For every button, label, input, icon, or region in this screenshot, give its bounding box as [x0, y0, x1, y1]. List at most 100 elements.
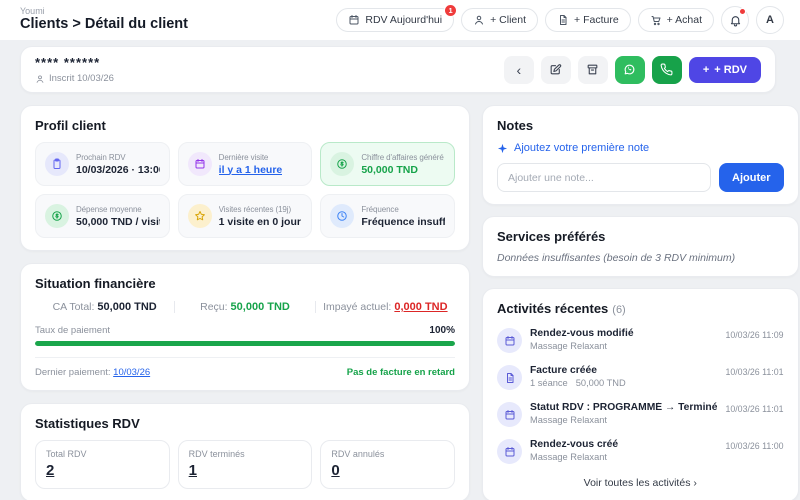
activity-subtitle: Massage Relaxant: [530, 415, 607, 425]
stat-card-frequence: Fréquence Fréquence insuffisan...: [320, 194, 455, 238]
rdv-stats-title: Statistiques RDV: [35, 416, 140, 431]
clock-icon: [330, 204, 355, 228]
ca-total-value: 50,000 TND: [97, 301, 157, 313]
person-icon: [475, 15, 484, 25]
rdv-stats-grid: Total RDV 2 RDV terminés 1 RDV annulés 0: [35, 440, 455, 489]
activity-item[interactable]: Rendez-vous créé Massage Relaxant 10/03/…: [497, 439, 784, 464]
topbar-actions: RDV Aujourd'hui 1 + Client + Facture + A…: [336, 4, 784, 34]
activity-title: Rendez-vous modifié: [530, 328, 634, 339]
dollar-icon: [45, 204, 69, 228]
client-registered: Inscrit 10/03/26: [35, 73, 114, 84]
activities-count: (6): [612, 304, 626, 316]
payment-rate-fill: [35, 341, 455, 346]
financial-footer: Dernier paiement: 10/03/26 Pas de factur…: [35, 357, 455, 378]
activity-subtitle: Massage Relaxant: [530, 452, 607, 462]
last-visit-link[interactable]: il y a 1 heure: [219, 164, 283, 176]
client-actions: ‹ + + RDV: [503, 55, 761, 84]
impaye-value[interactable]: 0,000 TND: [394, 301, 447, 313]
ca-total: CA Total: 50,000 TND: [52, 301, 157, 313]
preferred-services-card: Services préférés Données insuffisantes …: [482, 216, 799, 277]
rdv-stats-card: Statistiques RDV Total RDV 2 RDV terminé…: [20, 403, 470, 500]
rdv-today-badge: 1: [444, 4, 458, 17]
note-input-row: Ajouter: [497, 163, 784, 192]
activity-item[interactable]: Facture créée 1 séance 50,000 TND 10/03/2…: [497, 365, 784, 390]
rdv-annules-value[interactable]: 0: [331, 462, 339, 479]
rdv-today-button[interactable]: RDV Aujourd'hui 1: [336, 4, 458, 32]
archive-button[interactable]: [577, 55, 608, 84]
stat-total-rdv: Total RDV 2: [35, 440, 170, 489]
call-button[interactable]: [651, 55, 682, 84]
avatar[interactable]: A: [756, 6, 784, 34]
clipboard-icon: [45, 152, 69, 176]
rate-label: Taux de paiement: [35, 325, 110, 336]
activity-item[interactable]: Rendez-vous modifié Massage Relaxant 10/…: [497, 328, 784, 353]
stat-label: Chiffre d'affaires généré: [361, 152, 444, 162]
rdv-termines-value[interactable]: 1: [189, 462, 197, 479]
calendar-icon: [187, 152, 212, 176]
payment-rate-bar: [35, 341, 455, 346]
chevron-left-icon: ‹: [516, 61, 522, 78]
stat-card-chiffre-affaires: Chiffre d'affaires généré 50,000 TND: [320, 142, 455, 186]
activity-time: 10/03/26 11:00: [725, 441, 784, 451]
total-rdv-value[interactable]: 2: [46, 462, 54, 479]
breadcrumb[interactable]: Clients > Détail du client: [20, 17, 188, 33]
star-icon: [187, 204, 212, 228]
stat-card-derniere-visite: Dernière visite il y a 1 heure: [177, 142, 313, 186]
add-client-button[interactable]: + Client: [461, 8, 539, 32]
client-name: **** ******: [35, 55, 101, 70]
add-rdv-button[interactable]: + + RDV: [688, 56, 761, 83]
calendar-icon: [497, 328, 522, 353]
profile-title: Profil client: [35, 118, 106, 133]
profile-grid: Prochain RDV 10/03/2026 · 13:00 Dernière…: [35, 142, 455, 238]
stat-value: 10/03/2026 · 13:00: [76, 163, 160, 176]
notes-title: Notes: [497, 118, 534, 133]
calendar-icon: [349, 15, 359, 25]
right-column: Notes Ajoutez votre première note Ajoute…: [482, 105, 799, 500]
whatsapp-button[interactable]: [614, 55, 645, 84]
note-input[interactable]: [497, 163, 712, 192]
bell-icon: [730, 15, 740, 26]
stat-card-prochain-rdv: Prochain RDV 10/03/2026 · 13:00: [35, 142, 170, 186]
activity-item[interactable]: Statut RDV : PROGRAMMÉ → Terminé Massage…: [497, 402, 784, 427]
rdv-today-label: RDV Aujourd'hui: [365, 14, 443, 26]
activity-title: Facture créée: [530, 365, 597, 376]
first-note-link[interactable]: Ajoutez votre première note: [497, 142, 784, 154]
recent-activities-card: Activités récentes (6) Rendez-vous modif…: [482, 288, 799, 500]
financial-title: Situation financière: [35, 276, 156, 291]
rate-value: 100%: [429, 325, 455, 336]
brand-block: Youmi Clients > Détail du client: [20, 5, 188, 34]
stat-label: Dépense moyenne: [76, 204, 142, 214]
stat-label: Prochain RDV: [76, 152, 126, 162]
cart-icon: [651, 16, 661, 26]
notifications-button[interactable]: [721, 6, 749, 34]
no-overdue-label: Pas de facture en retard: [346, 367, 455, 378]
activity-time: 10/03/26 11:01: [725, 367, 784, 377]
stat-value: 1 visite en 0 jour: [218, 215, 301, 228]
activity-time: 10/03/26 11:01: [725, 404, 784, 414]
activity-subtitle: 1 séance 50,000 TND: [530, 378, 626, 388]
stat-value: 50,000 TND: [361, 163, 418, 176]
last-payment-link[interactable]: 10/03/26: [113, 367, 150, 378]
add-purchase-button[interactable]: + Achat: [637, 8, 714, 32]
last-payment: Dernier paiement: 10/03/26: [35, 367, 151, 378]
sparkle-icon: [497, 143, 508, 153]
edit-button[interactable]: [540, 55, 571, 84]
person-icon: [36, 74, 44, 83]
add-rdv-label: + RDV: [714, 63, 747, 76]
see-all-activities-link[interactable]: Voir toutes les activités ›: [497, 477, 784, 489]
archive-icon: [587, 64, 598, 75]
activity-time: 10/03/26 11:09: [725, 330, 784, 340]
page: **** ****** Inscrit 10/03/26 ‹ + + RDV P…: [0, 40, 800, 500]
recu-value: 50,000 TND: [230, 301, 290, 313]
stat-label: Fréquence: [361, 204, 399, 214]
stat-label: Dernière visite: [218, 152, 269, 162]
phone-icon: [660, 63, 673, 76]
app-name: Youmi: [20, 5, 45, 16]
client-header-card: **** ****** Inscrit 10/03/26 ‹ + + RDV: [20, 46, 776, 93]
back-button[interactable]: ‹: [503, 55, 534, 84]
activities-title-row: Activités récentes (6): [497, 301, 784, 316]
add-invoice-button[interactable]: + Facture: [545, 8, 631, 32]
add-note-button[interactable]: Ajouter: [719, 163, 784, 192]
add-client-label: + Client: [490, 14, 527, 26]
dollar-icon: [330, 152, 355, 176]
